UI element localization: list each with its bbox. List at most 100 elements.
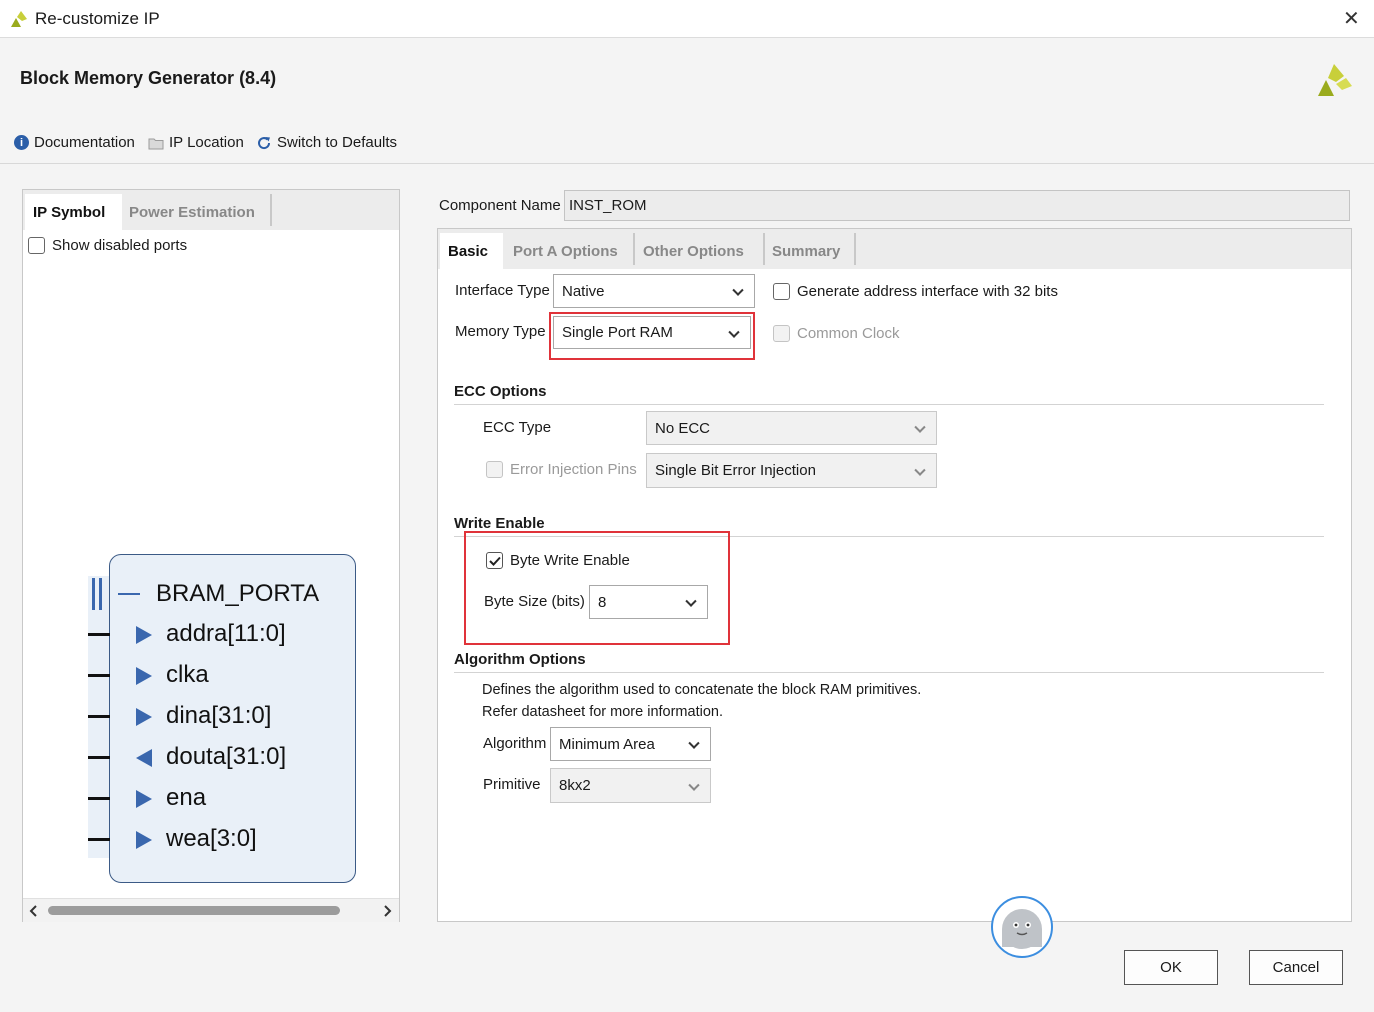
mascot-face-icon	[1002, 909, 1042, 949]
input-arrow-icon	[136, 667, 152, 685]
common-clock-checkbox	[773, 325, 790, 342]
ip-symbol-panel: IP Symbol Power Estimation Show disabled…	[22, 189, 400, 922]
mascot-icon[interactable]	[991, 896, 1053, 958]
ip-location-button[interactable]: IP Location	[148, 134, 244, 151]
port-pin	[88, 756, 110, 759]
port-pin	[88, 715, 110, 718]
interface-type-value: Native	[562, 282, 605, 300]
port-pin	[88, 674, 110, 677]
xilinx-logo-icon	[1318, 64, 1352, 96]
input-arrow-icon	[136, 790, 152, 808]
show-disabled-ports-row[interactable]: Show disabled ports	[28, 237, 187, 254]
error-injection-label: Error Injection Pins	[510, 461, 637, 478]
port-label: clka	[166, 661, 209, 688]
tab-summary[interactable]: Summary	[764, 233, 854, 269]
port-label: douta[31:0]	[166, 743, 287, 770]
bus-bar	[99, 578, 102, 610]
byte-write-enable-label: Byte Write Enable	[510, 552, 630, 569]
tab-port-a-options[interactable]: Port A Options	[505, 233, 632, 269]
ip-title: Block Memory Generator (8.4)	[20, 68, 277, 88]
generate-addr-32-label: Generate address interface with 32 bits	[797, 283, 1058, 300]
bus-collapse-icon[interactable]	[118, 593, 140, 595]
byte-size-select[interactable]: 8	[589, 585, 708, 619]
chevron-down-icon	[914, 464, 926, 476]
memory-type-label: Memory Type	[455, 323, 546, 340]
error-injection-value: Single Bit Error Injection	[655, 462, 816, 479]
output-arrow-icon	[136, 749, 152, 767]
tab-other-options[interactable]: Other Options	[635, 233, 762, 269]
error-injection-row: Error Injection Pins	[486, 461, 637, 478]
component-name-label: Component Name	[439, 197, 561, 214]
ecc-options-heading: ECC Options	[454, 383, 547, 400]
port-label: ena	[166, 784, 207, 811]
tab-divider	[854, 233, 856, 265]
input-arrow-icon	[136, 708, 152, 726]
tab-basic[interactable]: Basic	[440, 233, 503, 269]
ecc-type-select: No ECC	[646, 411, 937, 445]
port-label: addra[11:0]	[166, 620, 286, 647]
switch-to-defaults-label: Switch to Defaults	[277, 134, 398, 151]
algorithm-label: Algorithm	[483, 735, 547, 752]
scroll-right-icon[interactable]	[382, 905, 392, 917]
show-disabled-ports-checkbox[interactable]	[28, 237, 45, 254]
info-icon: i	[14, 135, 29, 150]
chevron-down-icon	[914, 421, 926, 433]
config-tab-bar: Basic Port A Options Other Options Summa…	[438, 229, 1351, 269]
common-clock-row: Common Clock	[773, 325, 900, 342]
component-name-input[interactable]: INST_ROM	[564, 190, 1350, 221]
ecc-type-label: ECC Type	[483, 419, 552, 436]
input-arrow-icon	[136, 626, 152, 644]
folder-icon	[148, 138, 164, 149]
bus-label: BRAM_PORTA	[156, 580, 320, 607]
title-bar: Re-customize IP ✕	[0, 0, 1374, 38]
common-clock-label: Common Clock	[797, 325, 900, 342]
algorithm-select[interactable]: Minimum Area	[550, 727, 711, 761]
port-pin	[88, 838, 110, 841]
tab-ip-symbol[interactable]: IP Symbol	[25, 194, 122, 230]
ip-location-label: IP Location	[169, 134, 244, 151]
port-label: dina[31:0]	[166, 702, 272, 729]
write-enable-heading: Write Enable	[454, 515, 545, 532]
byte-size-label: Byte Size (bits)	[484, 593, 585, 610]
section-divider	[454, 404, 1324, 405]
checkmark-icon	[488, 556, 501, 566]
generate-addr-32-row[interactable]: Generate address interface with 32 bits	[773, 283, 1058, 300]
generate-addr-32-checkbox[interactable]	[773, 283, 790, 300]
switch-to-defaults-button[interactable]: Switch to Defaults	[256, 134, 397, 151]
horizontal-scrollbar[interactable]	[23, 898, 399, 922]
refresh-icon	[258, 136, 271, 149]
byte-write-enable-checkbox[interactable]	[486, 552, 503, 569]
interface-type-select[interactable]: Native	[553, 274, 755, 308]
error-injection-checkbox	[486, 461, 503, 478]
cancel-button[interactable]: Cancel	[1249, 950, 1343, 985]
xilinx-logo-icon	[11, 11, 27, 27]
byte-size-value: 8	[598, 593, 607, 611]
show-disabled-ports-label: Show disabled ports	[52, 237, 188, 254]
byte-write-enable-row[interactable]: Byte Write Enable	[486, 552, 630, 569]
algorithm-description: Defines the algorithm used to concatenat…	[482, 682, 922, 698]
algorithm-value: Minimum Area	[559, 735, 655, 753]
chevron-down-icon	[688, 737, 700, 749]
documentation-button[interactable]: i Documentation	[14, 134, 135, 151]
ok-button[interactable]: OK	[1124, 950, 1218, 985]
section-divider	[454, 672, 1324, 673]
scroll-left-icon[interactable]	[29, 905, 39, 917]
memory-type-value: Single Port RAM	[562, 324, 673, 341]
chevron-down-icon	[732, 284, 744, 296]
primitive-select: 8kx2	[550, 768, 711, 803]
memory-type-select[interactable]: Single Port RAM	[553, 316, 751, 349]
error-injection-select: Single Bit Error Injection	[646, 453, 937, 488]
port-label: wea[3:0]	[166, 825, 257, 852]
chevron-down-icon	[685, 595, 697, 607]
scroll-thumb[interactable]	[48, 906, 340, 915]
primitive-value: 8kx2	[559, 777, 591, 794]
algorithm-options-heading: Algorithm Options	[454, 651, 586, 668]
interface-type-label: Interface Type	[455, 282, 550, 299]
algorithm-description-note: Refer datasheet for more information.	[482, 704, 723, 720]
close-icon[interactable]: ✕	[1343, 6, 1360, 31]
chevron-down-icon	[728, 326, 740, 338]
primitive-label: Primitive	[483, 776, 541, 793]
chevron-down-icon	[688, 779, 700, 791]
window-title: Re-customize IP	[35, 9, 160, 28]
tab-power-estimation[interactable]: Power Estimation	[121, 194, 271, 230]
